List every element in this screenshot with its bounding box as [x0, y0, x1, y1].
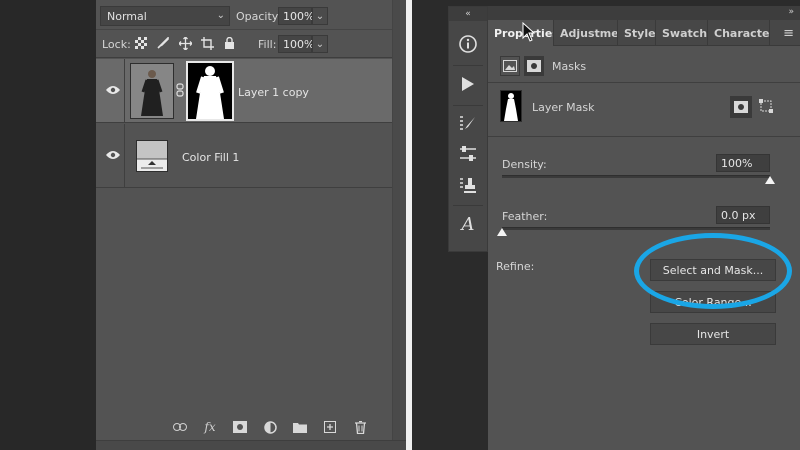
- lock-pixels-brush-icon[interactable]: [156, 36, 170, 50]
- divider: [453, 105, 483, 106]
- layer-row-layer-1-copy[interactable]: Layer 1 copy: [96, 59, 392, 123]
- info-icon[interactable]: [449, 29, 487, 59]
- layer-name[interactable]: Layer 1 copy: [238, 86, 309, 99]
- divider: [453, 205, 483, 206]
- invert-button[interactable]: Invert: [650, 323, 776, 345]
- collapse-right-icon[interactable]: »: [788, 7, 794, 17]
- fill-value: 100%: [283, 37, 315, 51]
- button-label: Invert: [696, 327, 730, 341]
- visibility-eye-icon[interactable]: [106, 85, 120, 95]
- blend-mode-dropdown[interactable]: Normal ⌄: [100, 6, 230, 26]
- density-slider-thumb[interactable]: [765, 176, 775, 184]
- blend-mode-value: Normal: [107, 9, 147, 23]
- layer-mask-label: Layer Mask: [532, 101, 595, 114]
- brush-settings-icon[interactable]: [449, 109, 487, 139]
- layer-thumbnail[interactable]: [130, 63, 174, 119]
- tab-swatches[interactable]: Swatches: [656, 20, 708, 46]
- density-label: Density:: [502, 158, 547, 171]
- layer-name[interactable]: Color Fill 1: [182, 151, 239, 164]
- properties-panel: Properties Adjustments Styles Swatches C…: [488, 20, 800, 450]
- trash-icon[interactable]: [352, 419, 368, 435]
- tab-label: Styles: [624, 26, 656, 40]
- character-icon[interactable]: A: [449, 209, 487, 239]
- fill-chevron-icon[interactable]: ⌄: [312, 35, 328, 53]
- lock-artboard-icon[interactable]: [200, 36, 214, 50]
- lock-all-icon[interactable]: [222, 36, 236, 50]
- tab-character[interactable]: Character: [708, 20, 770, 46]
- opacity-value: 100%: [283, 9, 315, 23]
- feather-label: Feather:: [502, 210, 548, 223]
- layers-resize-bar[interactable]: [96, 440, 406, 450]
- opacity-input[interactable]: 100%: [278, 7, 315, 25]
- masks-label: Masks: [552, 60, 587, 73]
- density-input[interactable]: 100%: [716, 154, 770, 172]
- divider: [453, 65, 483, 66]
- feather-input[interactable]: 0.0 px: [716, 206, 770, 224]
- add-vector-mask-icon[interactable]: [756, 96, 778, 118]
- chevron-down-icon: ⌄: [216, 10, 225, 21]
- fill-label: Fill:: [258, 38, 277, 51]
- opacity-chevron-icon[interactable]: ⌄: [312, 7, 328, 25]
- layer-row-color-fill-1[interactable]: Color Fill 1: [96, 124, 392, 188]
- clone-source-icon[interactable]: [449, 171, 487, 201]
- select-pixel-mask-icon[interactable]: [730, 96, 752, 118]
- tab-styles[interactable]: Styles: [618, 20, 656, 46]
- lock-row: Lock: Fill: 100% ⌄: [96, 30, 392, 58]
- highlight-ellipse: [634, 233, 792, 309]
- new-layer-icon[interactable]: [322, 419, 338, 435]
- props-top-bar: »: [488, 6, 800, 20]
- panel-menu-icon[interactable]: ≡: [783, 26, 794, 41]
- canvas-edge: [0, 0, 96, 450]
- adjustment-icon[interactable]: [262, 419, 278, 435]
- link-icon[interactable]: [172, 419, 188, 435]
- divider: [124, 59, 125, 123]
- screen: Normal ⌄ Opacity: 100% ⌄ Lock: Fill: 100…: [0, 0, 800, 450]
- layers-footer: fx: [96, 414, 392, 440]
- chain-link-icon[interactable]: [176, 83, 184, 97]
- lock-label: Lock:: [102, 38, 131, 51]
- blend-row: Normal ⌄ Opacity: 100% ⌄: [96, 2, 392, 30]
- lock-transparent-icon[interactable]: [134, 36, 148, 50]
- tab-label: Character: [714, 26, 770, 40]
- tab-adjustments[interactable]: Adjustments: [554, 20, 618, 46]
- density-slider-track[interactable]: [502, 175, 770, 178]
- adjust-sliders-icon[interactable]: [449, 139, 487, 169]
- layer-mask-thumbnail[interactable]: [186, 61, 234, 121]
- mask-icon[interactable]: [232, 419, 248, 435]
- visibility-eye-icon[interactable]: [106, 150, 120, 160]
- panel-dock-strip: « A: [448, 6, 488, 252]
- opacity-label: Opacity:: [236, 10, 282, 23]
- lock-position-move-icon[interactable]: [178, 36, 192, 50]
- feather-slider-thumb[interactable]: [497, 228, 507, 236]
- layer-mask-icon[interactable]: [524, 56, 544, 76]
- workspace-gap: [412, 0, 448, 450]
- density-value: 100%: [721, 156, 753, 170]
- feather-slider-track[interactable]: [502, 227, 770, 230]
- layers-scrollbar[interactable]: [392, 0, 406, 450]
- feather-value: 0.0 px: [721, 208, 756, 222]
- layers-panel: Normal ⌄ Opacity: 100% ⌄ Lock: Fill: 100…: [96, 0, 406, 450]
- tab-properties[interactable]: Properties: [488, 20, 554, 46]
- play-icon[interactable]: [449, 69, 487, 99]
- divider: [488, 82, 800, 83]
- fx-icon[interactable]: fx: [202, 419, 218, 435]
- tab-label: Adjustments: [560, 26, 618, 40]
- collapse-left-icon[interactable]: «: [449, 7, 487, 21]
- pixel-mask-icon[interactable]: [500, 56, 520, 76]
- folder-icon[interactable]: [292, 419, 308, 435]
- fill-input[interactable]: 100%: [278, 35, 315, 53]
- tab-label: Swatches: [662, 26, 708, 40]
- divider: [488, 136, 800, 137]
- refine-label: Refine:: [496, 260, 535, 273]
- mouse-pointer-icon: [522, 22, 536, 42]
- mask-preview-thumbnail: [500, 90, 522, 122]
- fill-layer-thumbnail[interactable]: [136, 140, 168, 172]
- divider: [124, 124, 125, 188]
